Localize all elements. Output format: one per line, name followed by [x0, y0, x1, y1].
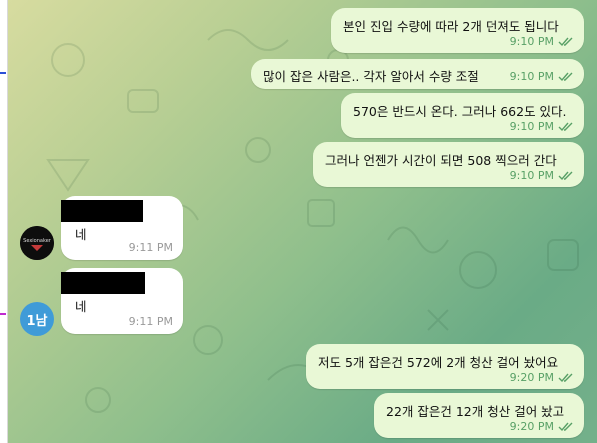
message-meta: 9:20 PM [510, 371, 574, 384]
message-time: 9:10 PM [509, 120, 554, 133]
message-time: 9:20 PM [509, 420, 554, 433]
message-text: 네 [75, 227, 87, 242]
message-time: 9:10 PM [509, 70, 554, 83]
incoming-message[interactable]: 네 9:11 PM [61, 196, 183, 260]
read-check-icon [558, 37, 573, 46]
outgoing-message[interactable]: 22개 잡은건 12개 청산 걸어 놨고 9:20 PM [374, 393, 584, 438]
message-text: 네 [75, 299, 87, 314]
strip-marker [0, 313, 6, 315]
read-check-icon [558, 72, 573, 81]
message-text: 22개 잡은건 12개 청산 걸어 놨고 [386, 404, 565, 419]
avatar[interactable]: Sexionaker [20, 226, 54, 260]
message-time: 9:10 PM [509, 169, 554, 182]
message-time: 9:11 PM [128, 315, 173, 328]
outgoing-message[interactable]: 많이 잡은 사람은.. 각자 알아서 수량 조절 9:10 PM [251, 59, 584, 89]
read-check-icon [558, 122, 573, 131]
outgoing-message[interactable]: 570은 반드시 온다. 그러나 662도 있다. 9:10 PM [341, 93, 584, 138]
message-text: 570은 반드시 온다. 그러나 662도 있다. [353, 104, 567, 119]
message-meta: 9:20 PM [510, 420, 574, 433]
read-check-icon [558, 373, 573, 382]
message-time: 9:11 PM [128, 241, 173, 254]
read-check-icon [558, 171, 573, 180]
message-meta: 9:10 PM [510, 169, 574, 182]
outgoing-message[interactable]: 본인 진입 수량에 따라 2개 던져도 됩니다 9:10 PM [331, 8, 584, 53]
avatar[interactable]: 1남 [20, 302, 54, 336]
message-time: 9:10 PM [509, 35, 554, 48]
incoming-message[interactable]: 네 9:11 PM [61, 268, 183, 334]
message-text: 그러나 언젠가 시간이 되면 508 찍으러 간다 [325, 153, 557, 168]
read-check-icon [558, 422, 573, 431]
strip-marker [0, 72, 6, 74]
avatar-label: Sexionaker [23, 238, 51, 244]
outgoing-message[interactable]: 그러나 언젠가 시간이 되면 508 찍으러 간다 9:10 PM [313, 142, 584, 187]
message-text: 본인 진입 수량에 따라 2개 던져도 됩니다 [343, 19, 559, 34]
avatar-initials: 1남 [26, 313, 48, 329]
outgoing-message[interactable]: 저도 5개 잡은건 572에 2개 청산 걸어 놨어요 9:20 PM [306, 344, 584, 389]
redacted-sender-name [61, 272, 145, 294]
message-time: 9:20 PM [509, 371, 554, 384]
message-meta: 9:10 PM [510, 120, 574, 133]
message-text: 저도 5개 잡은건 572에 2개 청산 걸어 놨어요 [318, 355, 559, 370]
message-meta: 9:10 PM [510, 70, 574, 83]
left-window-strip [0, 0, 8, 443]
message-meta: 9:10 PM [510, 35, 574, 48]
redacted-sender-name [61, 200, 143, 222]
